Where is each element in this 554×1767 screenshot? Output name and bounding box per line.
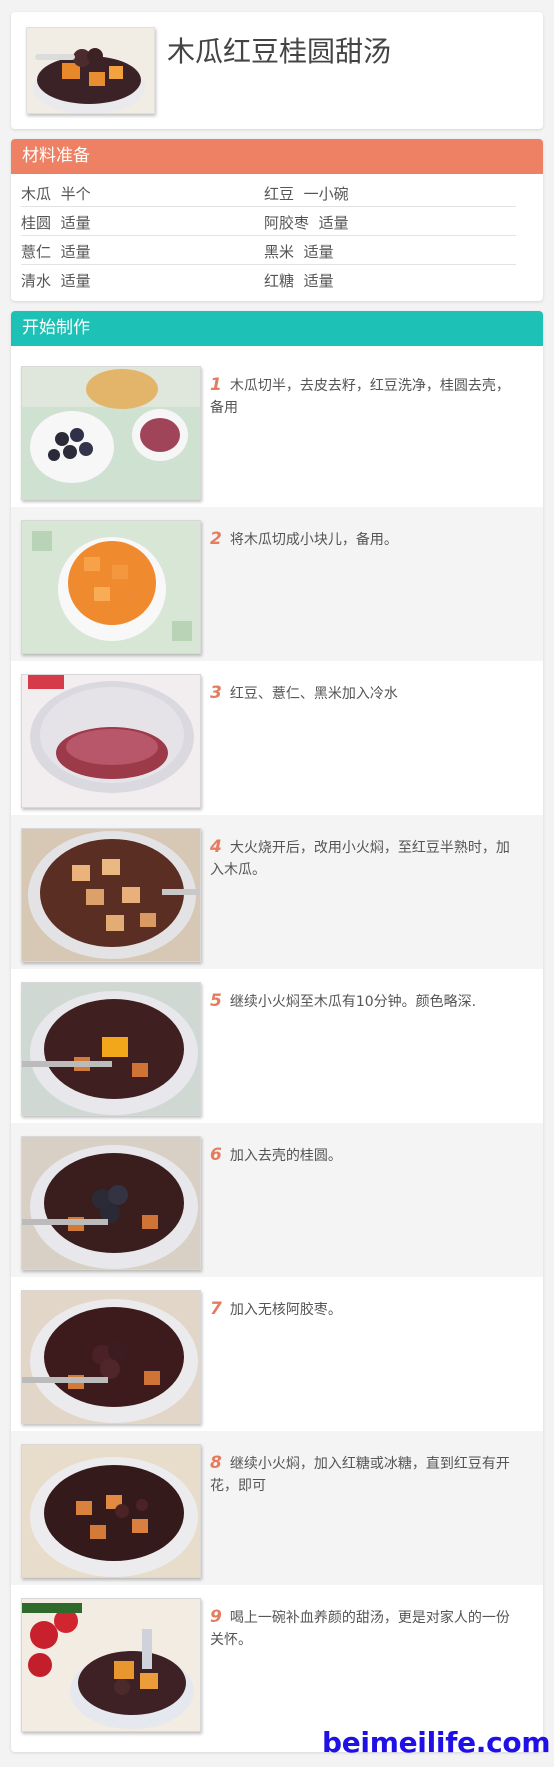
- material-name: 红糖: [264, 272, 295, 290]
- material-amount: 适量: [303, 243, 334, 261]
- step-number: 8: [210, 1453, 222, 1473]
- material-amount: 适量: [318, 214, 349, 232]
- materials-list: 木瓜 半个 红豆 一小碗 桂圆 适量 阿胶枣 适量 薏仁 适量 黑米 适量 清水…: [11, 174, 543, 301]
- materials-row: 薏仁 适量 黑米 适量: [21, 236, 516, 265]
- step-image[interactable]: [21, 1136, 201, 1270]
- step-description: 木瓜切半，去皮去籽，红豆洗净，桂圆去壳，备用: [210, 378, 510, 416]
- material-name: 黑米: [264, 243, 295, 261]
- step-item: 2 将木瓜切成小块儿，备用。: [11, 507, 543, 661]
- materials-row: 桂圆 适量 阿胶枣 适量: [21, 207, 516, 236]
- step-description: 加入去壳的桂圆。: [229, 1148, 342, 1164]
- step-number: 3: [210, 683, 222, 703]
- material-name: 薏仁: [21, 243, 52, 261]
- site-watermark: beimeilife.com: [322, 1726, 551, 1759]
- step-number: 2: [210, 529, 222, 549]
- step-description: 继续小火焖，加入红糖或冰糖，直到红豆有开花，即可: [210, 1456, 510, 1494]
- step-image[interactable]: [21, 1444, 201, 1578]
- step-text: 2 将木瓜切成小块儿，备用。: [210, 528, 520, 551]
- step-image[interactable]: [21, 1290, 201, 1424]
- step-image[interactable]: [21, 674, 201, 808]
- materials-row: 清水 适量 红糖 适量: [21, 265, 516, 294]
- step-image[interactable]: [21, 982, 201, 1116]
- step-image[interactable]: [21, 1598, 201, 1732]
- materials-row: 木瓜 半个 红豆 一小碗: [21, 178, 516, 207]
- recipe-title: 木瓜红豆桂圆甜汤: [167, 35, 392, 68]
- step-number: 4: [210, 837, 222, 857]
- step-description: 将木瓜切成小块儿，备用。: [229, 532, 398, 548]
- step-text: 7 加入无核阿胶枣。: [210, 1298, 520, 1321]
- material-name: 红豆: [264, 185, 295, 203]
- step-number: 7: [210, 1299, 222, 1319]
- material-amount: 半个: [60, 185, 91, 203]
- step-item: 6 加入去壳的桂圆。: [11, 1123, 543, 1277]
- recipe-title-card: 木瓜红豆桂圆甜汤: [11, 12, 543, 129]
- step-item: 5 继续小火焖至木瓜有10分钟。颜色略深.: [11, 969, 543, 1123]
- step-description: 红豆、薏仁、黑米加入冷水: [229, 686, 398, 702]
- material-item: 桂圆 适量: [21, 212, 91, 233]
- step-description: 大火烧开后，改用小火焖，至红豆半熟时，加入木瓜。: [210, 840, 510, 878]
- step-description: 加入无核阿胶枣。: [229, 1302, 342, 1318]
- material-name: 阿胶枣: [264, 214, 310, 232]
- step-text: 6 加入去壳的桂圆。: [210, 1144, 520, 1167]
- material-item: 红豆 一小碗: [264, 183, 349, 204]
- step-item: 3 红豆、薏仁、黑米加入冷水: [11, 661, 543, 815]
- recipe-cover-image[interactable]: [26, 27, 155, 114]
- step-text: 3 红豆、薏仁、黑米加入冷水: [210, 682, 520, 705]
- material-amount: 适量: [60, 272, 91, 290]
- step-number: 6: [210, 1145, 222, 1165]
- material-amount: 一小碗: [303, 185, 349, 203]
- material-item: 黑米 适量: [264, 241, 334, 262]
- step-text: 1 木瓜切半，去皮去籽，红豆洗净，桂圆去壳，备用: [210, 374, 520, 419]
- step-item: 4 大火烧开后，改用小火焖，至红豆半熟时，加入木瓜。: [11, 815, 543, 969]
- material-name: 木瓜: [21, 185, 52, 203]
- step-item: 1 木瓜切半，去皮去籽，红豆洗净，桂圆去壳，备用: [11, 353, 543, 507]
- step-number: 1: [210, 375, 222, 395]
- step-image[interactable]: [21, 366, 201, 500]
- step-number: 9: [210, 1607, 222, 1627]
- step-item: 7 加入无核阿胶枣。: [11, 1277, 543, 1431]
- step-item: 9 喝上一碗补血养颜的甜汤，更是对家人的一份关怀。: [11, 1585, 543, 1739]
- materials-header: 材料准备: [11, 139, 543, 174]
- step-description: 继续小火焖至木瓜有10分钟。颜色略深.: [229, 994, 477, 1010]
- step-text: 5 继续小火焖至木瓜有10分钟。颜色略深.: [210, 990, 520, 1013]
- step-image[interactable]: [21, 828, 201, 962]
- step-image[interactable]: [21, 520, 201, 654]
- material-amount: 适量: [303, 272, 334, 290]
- steps-header: 开始制作: [11, 311, 543, 346]
- material-item: 清水 适量: [21, 270, 91, 291]
- step-text: 4 大火烧开后，改用小火焖，至红豆半熟时，加入木瓜。: [210, 836, 520, 881]
- step-description: 喝上一碗补血养颜的甜汤，更是对家人的一份关怀。: [210, 1610, 510, 1648]
- material-amount: 适量: [60, 243, 91, 261]
- steps-card: 开始制作 1 木瓜切半，去皮去籽，红豆洗净，桂圆去壳，备用 2 将木瓜切成小块儿…: [11, 311, 543, 1752]
- step-number: 5: [210, 991, 222, 1011]
- step-text: 8 继续小火焖，加入红糖或冰糖，直到红豆有开花，即可: [210, 1452, 520, 1497]
- material-name: 清水: [21, 272, 52, 290]
- materials-card: 材料准备 木瓜 半个 红豆 一小碗 桂圆 适量 阿胶枣 适量 薏仁 适量 黑米 …: [11, 139, 543, 301]
- material-item: 薏仁 适量: [21, 241, 91, 262]
- material-amount: 适量: [60, 214, 91, 232]
- material-item: 红糖 适量: [264, 270, 334, 291]
- material-name: 桂圆: [21, 214, 52, 232]
- material-item: 木瓜 半个: [21, 183, 91, 204]
- material-item: 阿胶枣 适量: [264, 212, 349, 233]
- step-item: 8 继续小火焖，加入红糖或冰糖，直到红豆有开花，即可: [11, 1431, 543, 1585]
- step-text: 9 喝上一碗补血养颜的甜汤，更是对家人的一份关怀。: [210, 1606, 520, 1651]
